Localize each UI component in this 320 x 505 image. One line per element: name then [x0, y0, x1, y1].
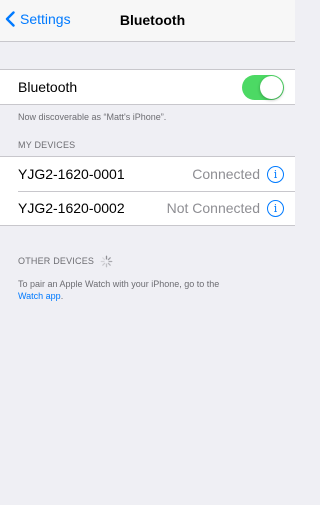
pairing-hint-text: To pair an Apple Watch with your iPhone,… [18, 279, 220, 289]
device-status: Not Connected [166, 200, 260, 216]
device-row[interactable]: YJG2-1620-0002 Not Connected i [0, 191, 295, 225]
back-button[interactable]: Settings [5, 11, 71, 27]
bluetooth-label: Bluetooth [18, 79, 78, 95]
my-devices-header-text: MY DEVICES [18, 140, 76, 150]
chevron-left-icon [5, 11, 15, 27]
discoverable-text: Now discoverable as “Matt's iPhone”. [18, 112, 167, 122]
pairing-hint-end: . [60, 291, 64, 301]
device-row[interactable]: YJG2-1620-0001 Connected i [0, 157, 295, 191]
info-icon[interactable]: i [267, 165, 284, 183]
device-status: Connected [192, 166, 260, 182]
activity-spinner-icon [100, 255, 113, 267]
navigation-bar: Settings Bluetooth [0, 0, 295, 42]
toggle-knob [260, 75, 283, 99]
info-icon[interactable]: i [267, 199, 284, 217]
device-name: YJG2-1620-0001 [18, 166, 125, 182]
my-devices-list: YJG2-1620-0001 Connected i YJG2-1620-000… [0, 156, 295, 226]
bluetooth-toggle[interactable] [242, 74, 284, 100]
device-name: YJG2-1620-0002 [18, 200, 125, 216]
watch-app-link[interactable]: Watch app [18, 291, 61, 301]
bluetooth-row: Bluetooth [0, 70, 295, 104]
pairing-hint: To pair an Apple Watch with your iPhone,… [0, 278, 295, 302]
page-title-text: Bluetooth [119, 12, 186, 28]
bluetooth-group: Bluetooth [0, 69, 295, 105]
my-devices-header: MY DEVICES [0, 139, 295, 151]
other-devices-header: OTHER DEVICES [0, 254, 295, 268]
other-devices-header-text: OTHER DEVICES [18, 256, 95, 266]
back-button-label: Settings [20, 11, 71, 27]
